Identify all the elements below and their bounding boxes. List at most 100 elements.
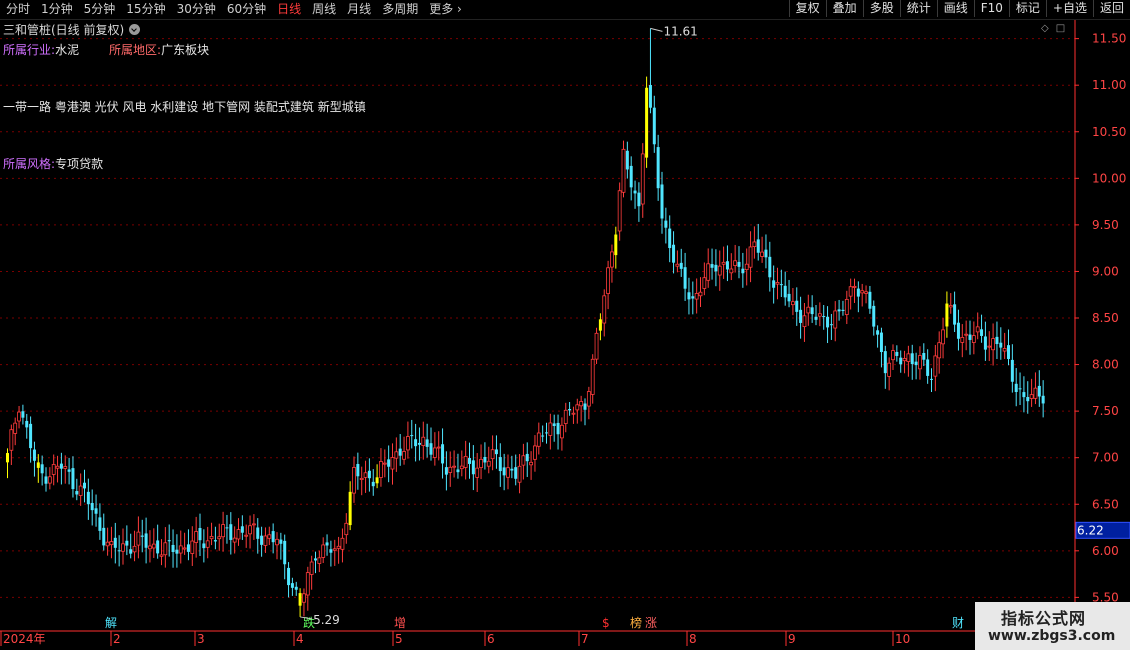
candle-body[interactable] xyxy=(787,293,791,302)
tab-multi-period[interactable]: 多周期 xyxy=(376,0,423,19)
candle-body[interactable] xyxy=(9,429,14,451)
candle-body[interactable] xyxy=(390,457,395,470)
candle-body[interactable] xyxy=(263,535,268,546)
candle-body[interactable] xyxy=(717,265,722,276)
candle-body[interactable] xyxy=(271,531,275,543)
candle-body[interactable] xyxy=(94,508,98,514)
candle-body[interactable] xyxy=(760,251,764,257)
candle-body[interactable] xyxy=(645,87,649,158)
candle-body[interactable] xyxy=(21,411,25,418)
candle-body[interactable] xyxy=(899,357,903,365)
candle-body[interactable] xyxy=(1022,392,1026,398)
candle-body[interactable] xyxy=(47,476,52,484)
candle-body[interactable] xyxy=(548,422,553,436)
candle-body[interactable] xyxy=(937,342,942,359)
candle-body[interactable] xyxy=(799,309,803,323)
mark-button[interactable]: 标记 xyxy=(1008,0,1046,17)
candle-body[interactable] xyxy=(356,463,360,477)
candle-body[interactable] xyxy=(436,446,441,449)
candle-body[interactable] xyxy=(294,586,298,590)
candle-body[interactable] xyxy=(317,557,322,564)
multi-stock-button[interactable]: 多股 xyxy=(862,0,900,17)
candle-body[interactable] xyxy=(683,267,687,289)
candle-body[interactable] xyxy=(405,436,410,451)
candle-body[interactable] xyxy=(975,326,980,333)
candle-body[interactable] xyxy=(948,305,953,308)
candle-body[interactable] xyxy=(494,449,498,455)
candle-body[interactable] xyxy=(279,539,283,544)
candle-body[interactable] xyxy=(621,148,626,193)
candle-body[interactable] xyxy=(721,261,726,265)
candle-body[interactable] xyxy=(510,468,514,471)
candle-body[interactable] xyxy=(791,301,795,306)
candle-body[interactable] xyxy=(741,268,745,274)
candle-body[interactable] xyxy=(941,329,945,345)
candle-body[interactable] xyxy=(486,460,491,467)
candle-body[interactable] xyxy=(309,561,314,575)
candle-body[interactable] xyxy=(768,256,772,278)
candle-body[interactable] xyxy=(198,528,202,541)
candle-body[interactable] xyxy=(933,355,938,377)
candle-body[interactable] xyxy=(826,316,830,328)
candle-body[interactable] xyxy=(55,465,60,469)
candle-body[interactable] xyxy=(710,264,714,268)
candle-body[interactable] xyxy=(668,228,672,249)
candle-body[interactable] xyxy=(59,463,63,469)
candle-body[interactable] xyxy=(432,447,437,458)
candle-body[interactable] xyxy=(36,462,40,468)
candle-body[interactable] xyxy=(471,460,475,475)
candle-body[interactable] xyxy=(698,291,703,297)
candle-body[interactable] xyxy=(521,455,526,466)
candle-body[interactable] xyxy=(182,547,187,550)
candle-body[interactable] xyxy=(772,280,776,288)
candle-body[interactable] xyxy=(910,353,914,365)
candle-body[interactable] xyxy=(314,558,317,561)
candle-body[interactable] xyxy=(956,322,960,339)
candle-body[interactable] xyxy=(402,451,406,460)
candle-body[interactable] xyxy=(779,284,783,286)
candle-body[interactable] xyxy=(298,593,302,606)
candle-body[interactable] xyxy=(617,190,622,232)
candle-body[interactable] xyxy=(606,267,610,294)
candle-body[interactable] xyxy=(598,319,602,331)
candle-body[interactable] xyxy=(90,502,94,511)
candle-body[interactable] xyxy=(1026,397,1030,402)
candle-body[interactable] xyxy=(629,165,633,188)
candle-body[interactable] xyxy=(590,358,595,395)
candle-body[interactable] xyxy=(536,432,541,447)
candle-body[interactable] xyxy=(837,309,841,312)
candle-body[interactable] xyxy=(417,442,421,445)
candle-body[interactable] xyxy=(371,481,375,487)
candle-body[interactable] xyxy=(13,422,18,434)
candle-body[interactable] xyxy=(109,541,114,546)
candle-body[interactable] xyxy=(1014,383,1018,392)
tab-60min[interactable]: 60分钟 xyxy=(221,0,271,19)
candle-body[interactable] xyxy=(879,332,883,353)
candle-body[interactable] xyxy=(375,477,379,484)
event-label[interactable]: 涨 xyxy=(645,615,657,630)
candle-body[interactable] xyxy=(148,545,152,550)
f10-button[interactable]: F10 xyxy=(973,0,1009,17)
candle-body[interactable] xyxy=(229,524,233,540)
candle-body[interactable] xyxy=(452,465,457,468)
candle-body[interactable] xyxy=(456,469,460,473)
candle-body[interactable] xyxy=(429,443,433,455)
candle-body[interactable] xyxy=(463,455,468,468)
candle-body[interactable] xyxy=(444,467,448,475)
candle-body[interactable] xyxy=(980,329,984,336)
candle-body[interactable] xyxy=(490,449,495,460)
candle-body[interactable] xyxy=(205,540,210,548)
candle-body[interactable] xyxy=(891,350,895,361)
candle-body[interactable] xyxy=(251,523,256,526)
candle-body[interactable] xyxy=(1037,385,1041,397)
candle-body[interactable] xyxy=(244,534,249,537)
candle-body[interactable] xyxy=(833,310,838,329)
candle-body[interactable] xyxy=(1041,395,1045,404)
candle-body[interactable] xyxy=(783,285,787,298)
candle-body[interactable] xyxy=(448,466,453,473)
tab-30min[interactable]: 30分钟 xyxy=(171,0,221,19)
candle-body[interactable] xyxy=(1018,388,1022,390)
candle-body[interactable] xyxy=(852,285,857,288)
candle-body[interactable] xyxy=(194,531,199,543)
candle-body[interactable] xyxy=(283,540,287,565)
